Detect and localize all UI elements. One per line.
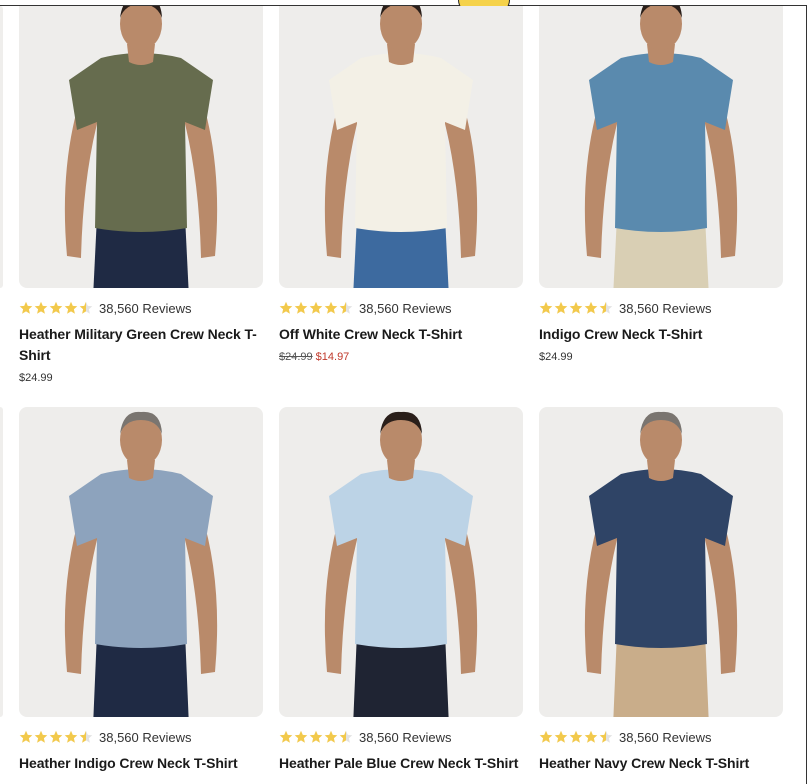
model-photo <box>64 6 218 288</box>
model-photo <box>324 6 478 288</box>
star-half-icon <box>79 730 93 743</box>
star-full-icon <box>324 730 338 743</box>
product-image[interactable] <box>539 6 783 288</box>
star-half-icon <box>79 301 93 314</box>
product-card[interactable]: 38,560 Reviews Heather Pale Blue Crew Ne… <box>279 407 523 774</box>
star-full-icon <box>294 730 308 743</box>
star-full-icon <box>19 301 33 314</box>
product-title[interactable]: Heather Military Green Crew Neck T-Shirt <box>19 324 263 366</box>
star-half-icon <box>339 730 353 743</box>
product-title[interactable]: Off White Crew Neck T-Shirt <box>279 324 523 345</box>
model-photo <box>584 6 738 288</box>
head <box>380 6 422 50</box>
review-count[interactable]: 38,560 Reviews <box>619 730 712 745</box>
price: $24.99 <box>19 372 263 384</box>
product-card[interactable]: 38,560 Reviews Heather Navy Crew Neck T-… <box>539 407 783 774</box>
current-price: $24.99 <box>19 372 53 384</box>
star-full-icon <box>309 730 323 743</box>
rating-row: 38,560 Reviews <box>19 729 263 745</box>
star-full-icon <box>309 301 323 314</box>
product-card[interactable]: 38,560 Reviews Indigo Crew Neck T-Shirt … <box>539 6 783 363</box>
star-full-icon <box>279 730 293 743</box>
model-photo <box>324 411 478 717</box>
star-full-icon <box>324 301 338 314</box>
product-card[interactable]: 38,560 Reviews Off White Crew Neck T-Shi… <box>279 6 523 363</box>
star-half-icon <box>599 301 613 314</box>
price: $24.99 $14.97 <box>279 351 523 363</box>
review-count[interactable]: 38,560 Reviews <box>99 301 192 316</box>
star-full-icon <box>294 301 308 314</box>
product-title[interactable]: Heather Pale Blue Crew Neck T-Shirt <box>279 753 523 774</box>
review-count[interactable]: 38,560 Reviews <box>359 730 452 745</box>
star-full-icon <box>34 730 48 743</box>
rating-row: 38,560 Reviews <box>539 300 783 316</box>
product-image[interactable] <box>19 6 263 288</box>
product-image[interactable] <box>279 407 523 717</box>
product-image[interactable] <box>539 407 783 717</box>
star-full-icon <box>279 301 293 314</box>
star-full-icon <box>554 730 568 743</box>
price: $24.99 <box>539 351 783 363</box>
product-grid-page: 38,560 Reviews Heather Military Green Cr… <box>0 0 807 784</box>
product-card[interactable]: 38,560 Reviews Heather Indigo Crew Neck … <box>19 407 263 774</box>
star-full-icon <box>554 301 568 314</box>
rating-stars <box>19 301 93 315</box>
product-image[interactable] <box>279 6 523 288</box>
review-count[interactable]: 38,560 Reviews <box>359 301 452 316</box>
rating-stars <box>279 730 353 744</box>
star-half-icon <box>339 301 353 314</box>
rating-row: 38,560 Reviews <box>19 300 263 316</box>
product-title[interactable]: Indigo Crew Neck T-Shirt <box>539 324 783 345</box>
rating-row: 38,560 Reviews <box>279 729 523 745</box>
product-card[interactable]: 38,560 Reviews Heather Military Green Cr… <box>19 6 263 384</box>
rating-stars <box>19 730 93 744</box>
rating-row: 38,560 Reviews <box>539 729 783 745</box>
star-full-icon <box>19 730 33 743</box>
star-full-icon <box>49 730 63 743</box>
star-full-icon <box>569 730 583 743</box>
model-photo <box>584 411 738 717</box>
star-full-icon <box>569 301 583 314</box>
star-full-icon <box>584 301 598 314</box>
star-full-icon <box>64 730 78 743</box>
rating-stars <box>539 730 613 744</box>
star-full-icon <box>64 301 78 314</box>
product-image[interactable] <box>19 407 263 717</box>
sale-price: $14.97 <box>315 351 350 363</box>
head <box>640 6 682 50</box>
rating-stars <box>279 301 353 315</box>
review-count[interactable]: 38,560 Reviews <box>619 301 712 316</box>
star-full-icon <box>49 301 63 314</box>
model-photo <box>64 411 218 717</box>
star-half-icon <box>599 730 613 743</box>
review-count[interactable]: 38,560 Reviews <box>99 730 192 745</box>
rating-stars <box>539 301 613 315</box>
product-title[interactable]: Heather Indigo Crew Neck T-Shirt <box>19 753 263 774</box>
star-full-icon <box>539 730 553 743</box>
product-title[interactable]: Heather Navy Crew Neck T-Shirt <box>539 753 783 774</box>
current-price: $24.99 <box>539 351 573 363</box>
star-full-icon <box>539 301 553 314</box>
rating-row: 38,560 Reviews <box>279 300 523 316</box>
head <box>120 6 162 50</box>
offscreen-card-edge <box>0 407 3 717</box>
star-full-icon <box>584 730 598 743</box>
offscreen-card-edge <box>0 6 3 288</box>
star-full-icon <box>34 301 48 314</box>
original-price: $24.99 <box>279 351 313 363</box>
